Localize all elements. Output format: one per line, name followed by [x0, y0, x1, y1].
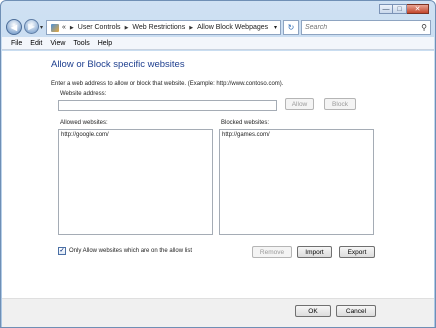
menu-file[interactable]: File — [11, 40, 22, 47]
allow-list-only-checkbox[interactable]: ✓ — [58, 247, 66, 255]
search-icon[interactable]: ⚲ — [421, 23, 427, 32]
caption-buttons: — □ ✕ — [379, 4, 429, 14]
address-bar[interactable]: « ▶ User Controls ▶ Web Restrictions ▶ A… — [46, 20, 281, 35]
menu-view[interactable]: View — [50, 40, 65, 47]
search-input[interactable] — [305, 24, 415, 31]
list-item[interactable]: http://google.com/ — [61, 132, 210, 138]
remove-button[interactable]: Remove — [252, 246, 292, 258]
blocked-websites-label: Blocked websites: — [221, 120, 270, 126]
menu-bar: File Edit View Tools Help — [2, 37, 434, 50]
window: — □ ✕ ◀ ▶ ▾ « ▶ User Controls ▶ Web Rest… — [0, 0, 436, 328]
block-button[interactable]: Block — [324, 98, 356, 110]
breadcrumb-user-controls[interactable]: User Controls — [78, 24, 121, 31]
instructions-text: Enter a web address to allow or block th… — [51, 81, 284, 87]
website-address-label: Website address: — [60, 91, 107, 97]
refresh-icon: ↻ — [287, 23, 295, 32]
allowed-websites-label: Allowed websites: — [60, 120, 108, 126]
control-panel-icon — [51, 23, 59, 32]
back-arrow-icon: ◀ — [10, 22, 18, 32]
forward-arrow-icon: ▶ — [28, 22, 35, 31]
dialog-footer: OK Cancel — [2, 298, 434, 327]
maximize-button[interactable]: □ — [393, 4, 407, 14]
back-button[interactable]: ◀ — [6, 19, 22, 35]
menu-help[interactable]: Help — [98, 40, 112, 47]
breadcrumb-separator-icon: ▶ — [124, 24, 129, 31]
breadcrumb-separator-icon: ▶ — [69, 24, 74, 31]
import-button[interactable]: Import — [297, 246, 332, 258]
breadcrumb-separator-icon: ▶ — [189, 24, 194, 31]
allow-list-only-option[interactable]: ✓ Only Allow websites which are on the a… — [58, 247, 192, 255]
breadcrumb-prefix[interactable]: « — [62, 24, 66, 31]
address-dropdown-icon[interactable]: ▾ — [274, 24, 277, 31]
allowed-websites-list[interactable]: http://google.com/ — [58, 129, 213, 235]
list-item[interactable]: http://games.com/ — [222, 132, 371, 138]
page-title: Allow or Block specific websites — [51, 59, 185, 70]
recent-pages-dropdown[interactable]: ▾ — [40, 24, 43, 31]
refresh-button[interactable]: ↻ — [283, 20, 299, 35]
menu-tools[interactable]: Tools — [73, 40, 89, 47]
blocked-websites-list[interactable]: http://games.com/ — [219, 129, 374, 235]
cancel-button[interactable]: Cancel — [336, 305, 376, 317]
minimize-button[interactable]: — — [379, 4, 393, 14]
breadcrumb-allow-block-webpages[interactable]: Allow Block Webpages — [197, 24, 268, 31]
forward-button[interactable]: ▶ — [24, 19, 39, 34]
main-content: Allow or Block specific websites Enter a… — [2, 51, 434, 298]
breadcrumb-web-restrictions[interactable]: Web Restrictions — [132, 24, 185, 31]
close-button[interactable]: ✕ — [407, 4, 429, 14]
ok-button[interactable]: OK — [295, 305, 331, 317]
allow-list-only-label[interactable]: Only Allow websites which are on the all… — [69, 248, 192, 254]
menu-edit[interactable]: Edit — [30, 40, 42, 47]
search-box[interactable]: ⚲ — [301, 20, 431, 35]
allow-button[interactable]: Allow — [285, 98, 314, 110]
website-address-input[interactable] — [58, 100, 277, 111]
export-button[interactable]: Export — [339, 246, 375, 258]
